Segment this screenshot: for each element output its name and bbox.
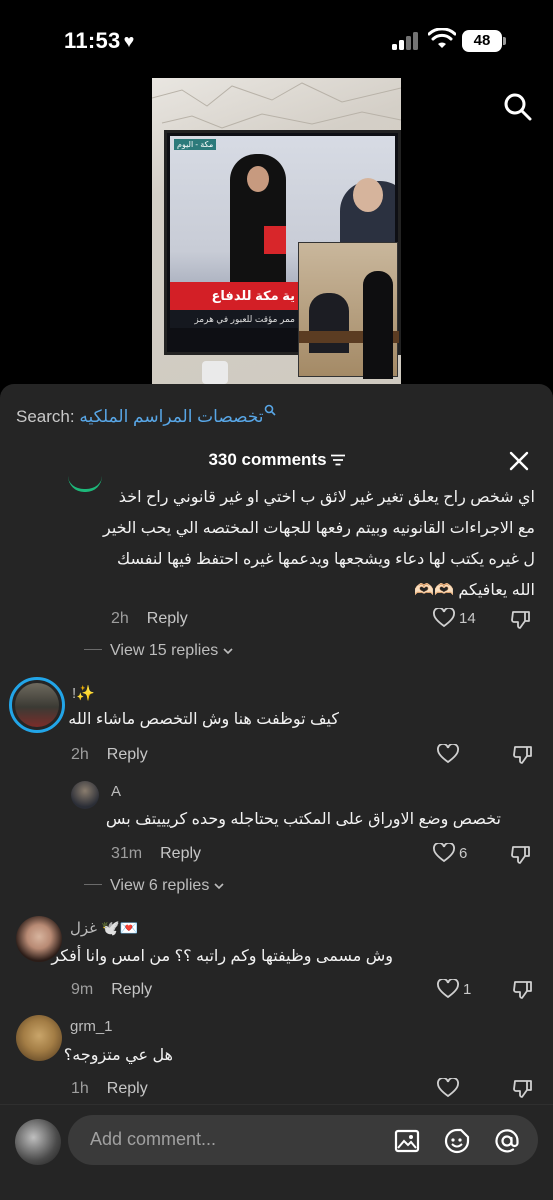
comment-username[interactable]: !✨ (72, 684, 95, 702)
view-replies-button[interactable]: View 6 replies (84, 877, 224, 895)
like-button[interactable]: 14 (433, 607, 476, 632)
chevron-down-icon (214, 883, 224, 890)
mention-icon[interactable] (494, 1128, 520, 1154)
add-comment-input[interactable]: Add comment... (68, 1115, 538, 1165)
comment-time: 2h (111, 610, 129, 627)
person-face (353, 178, 383, 212)
wall-texture (152, 82, 401, 129)
reply-button[interactable]: Reply (111, 981, 152, 998)
view-replies-label: View 6 replies (110, 877, 210, 894)
dislike-icon[interactable] (510, 609, 532, 631)
comment-username[interactable]: A (111, 783, 121, 800)
comment-text: هل عي متزوجه؟ (63, 1047, 173, 1064)
comment-line: مع الاجراءات القانونيه وبيتم رفعها للجها… (103, 520, 535, 537)
comment-time: 1h (71, 1080, 89, 1097)
like-button[interactable]: 1 (437, 978, 472, 1003)
battery-icon: 48 (462, 30, 506, 52)
like-count: 1 (463, 980, 472, 998)
heart-icon: ♥ (123, 31, 135, 51)
like-icon (437, 978, 459, 999)
dislike-icon[interactable] (512, 1078, 534, 1100)
like-count: 14 (459, 609, 476, 627)
comment-meta: 2h Reply (111, 610, 188, 628)
comment-time: 31m (111, 845, 143, 862)
comment-time: 2h (71, 746, 89, 763)
reply-button[interactable]: Reply (107, 1080, 148, 1097)
time-text: 11:53 (64, 28, 121, 53)
dislike-icon[interactable] (512, 744, 534, 766)
search-prefix: Search: (16, 407, 75, 426)
comment-username[interactable]: grm_1 (70, 1018, 113, 1035)
comment-text: وش مسمى وظيفتها وكم راتبه ؟؟ من امس وانا… (51, 948, 393, 965)
channel-label: مكة - اليوم (174, 139, 217, 150)
chevron-down-icon (223, 648, 233, 655)
comments-header: 330 comments (0, 450, 553, 470)
status-time: 11:53 ♥ (64, 28, 135, 54)
view-replies-label: View 15 replies (110, 642, 219, 659)
image-icon[interactable] (394, 1128, 420, 1154)
inset-image (298, 242, 399, 379)
dislike-icon[interactable] (510, 844, 532, 866)
search-icon[interactable] (503, 92, 533, 122)
wifi-icon (428, 28, 456, 48)
reply-button[interactable]: Reply (160, 845, 201, 862)
avatar[interactable] (9, 677, 65, 733)
dislike-icon[interactable] (512, 979, 534, 1001)
view-replies-button[interactable]: View 15 replies (84, 642, 233, 660)
emoji-icon[interactable] (444, 1128, 470, 1154)
person-face (247, 166, 269, 192)
like-icon (433, 607, 455, 628)
like-button[interactable]: 6 (433, 842, 468, 867)
like-icon (433, 842, 455, 863)
comments-sheet: Search: تخصصات المراسم الملكيه 330 comme… (0, 384, 553, 1200)
like-button[interactable] (437, 1077, 459, 1102)
reply-button[interactable]: Reply (107, 746, 148, 763)
close-icon[interactable] (508, 450, 530, 472)
comment-meta: 1h Reply (71, 1080, 148, 1098)
my-avatar[interactable] (15, 1119, 61, 1165)
avatar[interactable] (16, 1015, 62, 1061)
reply-button[interactable]: Reply (147, 610, 188, 627)
video-player[interactable]: مكة - اليوم ية مكة للدفاع المشترك" ممر م… (152, 78, 401, 384)
like-icon (437, 743, 459, 764)
comment-username[interactable]: غزل 🕊️💌 (70, 919, 139, 937)
comment-meta: 9m Reply (71, 981, 152, 999)
comment-line: ل غيره يكتب لها دعاء ويشجعها ويدعمها غير… (116, 551, 535, 568)
comment-meta: 2h Reply (71, 746, 148, 764)
comment-meta: 31m Reply (111, 845, 201, 863)
like-count: 6 (459, 844, 468, 862)
like-icon (437, 1077, 459, 1098)
input-placeholder: Add comment... (90, 1129, 217, 1149)
comment-text: تخصص وضع الاوراق على المكتب يحتاجله وحده… (105, 811, 501, 828)
like-button[interactable] (437, 743, 459, 768)
comment-text: اي شخص راح يعلق تغير غير لائق ب اختي او … (75, 482, 535, 606)
comment-composer: Add comment... (0, 1104, 553, 1200)
signal-icon (392, 32, 420, 50)
comment-line: الله يعافيكم 🫶🏻🫶🏻 (414, 582, 535, 599)
avatar[interactable] (71, 781, 99, 809)
avatar-image (15, 683, 59, 727)
filter-icon[interactable] (330, 454, 345, 466)
comments-count: 330 comments (208, 450, 327, 469)
speaker-object (202, 361, 228, 384)
comment-text: كيف توظفت هنا وش التخصص ماشاء الله (68, 711, 339, 728)
status-bar: 11:53 ♥ 48 (0, 0, 553, 80)
search-icon (264, 404, 276, 416)
search-query-link[interactable]: تخصصات المراسم الملكيه (79, 407, 263, 426)
comment-line: اي شخص راح يعلق تغير غير لائق ب اختي او … (118, 489, 535, 506)
comment-time: 9m (71, 981, 94, 998)
related-search[interactable]: Search: تخصصات المراسم الملكيه (16, 404, 276, 427)
flag-icon (264, 226, 286, 254)
